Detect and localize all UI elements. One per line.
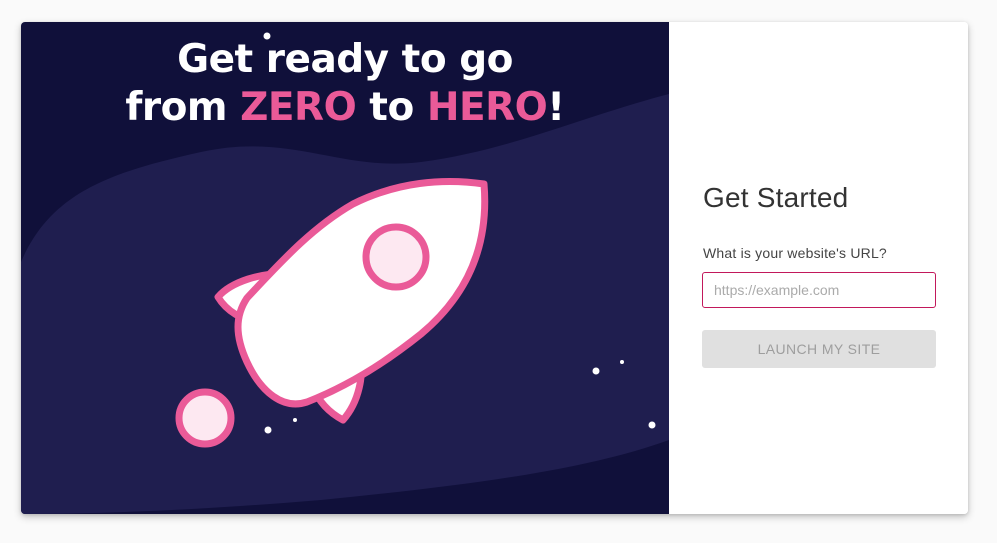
website-url-input[interactable]: [702, 272, 936, 308]
headline-to: to: [356, 85, 427, 130]
launch-my-site-button[interactable]: LAUNCH MY SITE: [702, 330, 936, 368]
panel-title: Get Started: [703, 182, 849, 213]
headline-hero: HERO: [426, 85, 548, 130]
headline-exclamation: !: [547, 85, 565, 130]
url-field-label: What is your website's URL?: [703, 245, 887, 261]
launch-card: Get ready to go from ZERO to HERO! Get S…: [21, 22, 968, 514]
hero-banner: Get ready to go from ZERO to HERO!: [21, 22, 669, 514]
headline-zero: ZERO: [240, 85, 357, 130]
headline-line-1: Get ready to go: [177, 37, 513, 82]
hero-headline: Get ready to go from ZERO to HERO!: [21, 36, 669, 132]
headline-from: from: [125, 85, 241, 130]
get-started-panel: Get Started What is your website's URL? …: [669, 22, 968, 514]
headline-line-2: from ZERO to HERO!: [21, 84, 669, 132]
